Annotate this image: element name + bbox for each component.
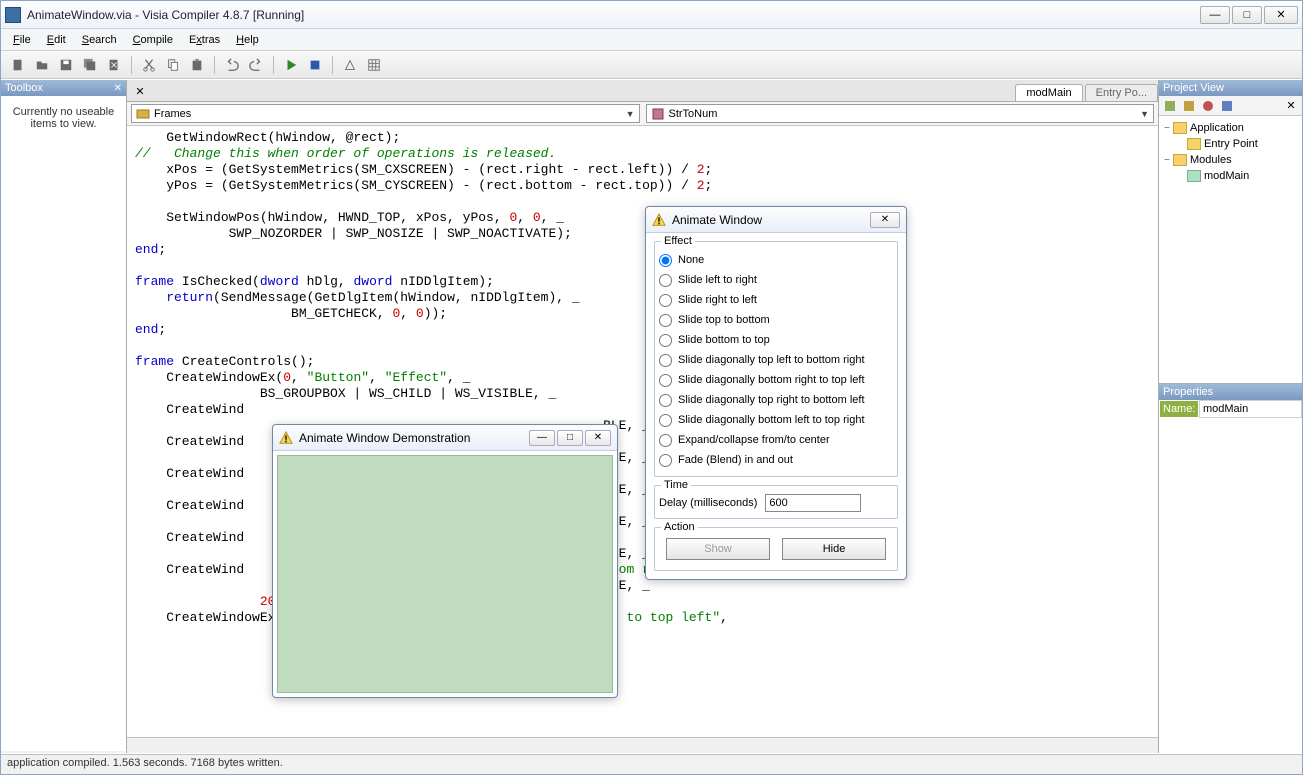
save-all-icon[interactable] bbox=[79, 54, 101, 76]
build-icon[interactable] bbox=[339, 54, 361, 76]
project-view-close-icon[interactable]: ✕ bbox=[1283, 98, 1299, 114]
statusbar: application compiled. 1.563 seconds. 716… bbox=[1, 754, 1302, 774]
warning-icon bbox=[652, 213, 666, 227]
horizontal-scrollbar[interactable] bbox=[127, 737, 1158, 753]
tree-node-entry-point[interactable]: Entry Point bbox=[1161, 136, 1300, 152]
tab-entry-point[interactable]: Entry Po... bbox=[1085, 84, 1158, 101]
member-combo[interactable]: StrToNum ▼ bbox=[646, 104, 1155, 123]
delay-label: Delay (milliseconds) bbox=[659, 497, 757, 509]
demo-minimize-button[interactable]: — bbox=[529, 430, 555, 446]
app-icon bbox=[5, 7, 21, 23]
paste-icon[interactable] bbox=[186, 54, 208, 76]
radio-diag-tlbr[interactable]: Slide diagonally top left to bottom righ… bbox=[659, 350, 893, 370]
maximize-button[interactable]: □ bbox=[1232, 6, 1262, 24]
demo-window-titlebar[interactable]: Animate Window Demonstration — □ ✕ bbox=[273, 425, 617, 451]
delay-input[interactable] bbox=[765, 494, 861, 512]
menu-file[interactable]: File bbox=[5, 32, 39, 48]
radio-diag-brtl[interactable]: Slide diagonally bottom right to top lef… bbox=[659, 370, 893, 390]
show-button[interactable]: Show bbox=[666, 538, 770, 560]
save-icon[interactable] bbox=[55, 54, 77, 76]
config-close-button[interactable]: ✕ bbox=[870, 212, 900, 228]
grid-icon[interactable] bbox=[363, 54, 385, 76]
cut-icon[interactable] bbox=[138, 54, 160, 76]
warning-icon bbox=[279, 431, 293, 445]
radio-slide-tb[interactable]: Slide top to bottom bbox=[659, 310, 893, 330]
tree-node-modmain[interactable]: modMain bbox=[1161, 168, 1300, 184]
chevron-down-icon: ▼ bbox=[626, 109, 635, 119]
prop-name-value[interactable]: modMain bbox=[1199, 400, 1302, 418]
radio-slide-bt[interactable]: Slide bottom to top bbox=[659, 330, 893, 350]
minimize-button[interactable]: — bbox=[1200, 6, 1230, 24]
toolbox-close-icon[interactable]: ✕ bbox=[114, 83, 122, 94]
proj-btn-3[interactable] bbox=[1200, 98, 1216, 114]
menu-extras[interactable]: Extras bbox=[181, 32, 228, 48]
time-groupbox: Time Delay (milliseconds) bbox=[654, 485, 898, 519]
menubar: File Edit Search Compile Extras Help bbox=[1, 29, 1302, 51]
project-view-header: Project View bbox=[1159, 80, 1302, 96]
scope-combo[interactable]: Frames ▼ bbox=[131, 104, 640, 123]
scope-combo-label: Frames bbox=[154, 108, 191, 120]
status-text: application compiled. 1.563 seconds. 716… bbox=[7, 757, 283, 769]
action-groupbox-label: Action bbox=[661, 521, 698, 533]
close-file-icon[interactable] bbox=[103, 54, 125, 76]
project-tree: −Application Entry Point −Modules modMai… bbox=[1159, 116, 1302, 188]
config-window-titlebar[interactable]: Animate Window ✕ bbox=[646, 207, 906, 233]
radio-slide-rl[interactable]: Slide right to left bbox=[659, 290, 893, 310]
menu-compile[interactable]: Compile bbox=[125, 32, 181, 48]
menu-help[interactable]: Help bbox=[228, 32, 267, 48]
prop-name-key: Name: bbox=[1159, 400, 1199, 418]
tab-modmain[interactable]: modMain bbox=[1015, 84, 1082, 101]
toolbox-body-text: Currently no useable items to view. bbox=[1, 96, 126, 751]
chevron-down-icon: ▼ bbox=[1140, 109, 1149, 119]
demo-window-body bbox=[277, 455, 613, 693]
open-file-icon[interactable] bbox=[31, 54, 53, 76]
radio-diag-trbl[interactable]: Slide diagonally top right to bottom lef… bbox=[659, 390, 893, 410]
config-window-title: Animate Window bbox=[672, 213, 868, 227]
toolbox-header: Toolbox ✕ bbox=[1, 80, 126, 96]
copy-icon[interactable] bbox=[162, 54, 184, 76]
member-combo-label: StrToNum bbox=[669, 108, 718, 120]
toolbox-header-label: Toolbox bbox=[5, 82, 43, 94]
document-tabs: ✕ modMain Entry Po... bbox=[127, 80, 1158, 102]
radio-diag-bltr[interactable]: Slide diagonally bottom left to top righ… bbox=[659, 410, 893, 430]
tab-close-icon[interactable]: ✕ bbox=[133, 84, 147, 98]
menu-edit[interactable]: Edit bbox=[39, 32, 74, 48]
toolbar bbox=[1, 51, 1302, 79]
properties-grid: Name: modMain bbox=[1159, 400, 1302, 418]
demo-window-title: Animate Window Demonstration bbox=[299, 431, 527, 445]
radio-none[interactable]: None bbox=[659, 250, 893, 270]
new-file-icon[interactable] bbox=[7, 54, 29, 76]
redo-icon[interactable] bbox=[245, 54, 267, 76]
undo-icon[interactable] bbox=[221, 54, 243, 76]
tree-node-application[interactable]: −Application bbox=[1161, 120, 1300, 136]
menu-search[interactable]: Search bbox=[74, 32, 125, 48]
window-title: AnimateWindow.via - Visia Compiler 4.8.7… bbox=[27, 8, 1198, 22]
project-toolbar: ✕ bbox=[1159, 96, 1302, 116]
close-button[interactable]: ✕ bbox=[1264, 6, 1298, 24]
radio-expand[interactable]: Expand/collapse from/to center bbox=[659, 430, 893, 450]
radio-fade[interactable]: Fade (Blend) in and out bbox=[659, 450, 893, 470]
proj-btn-4[interactable] bbox=[1219, 98, 1235, 114]
proj-btn-1[interactable] bbox=[1162, 98, 1178, 114]
demo-maximize-button[interactable]: □ bbox=[557, 430, 583, 446]
proj-btn-2[interactable] bbox=[1181, 98, 1197, 114]
hide-button[interactable]: Hide bbox=[782, 538, 886, 560]
demo-window: Animate Window Demonstration — □ ✕ bbox=[272, 424, 618, 698]
action-groupbox: Action Show Hide bbox=[654, 527, 898, 571]
time-groupbox-label: Time bbox=[661, 479, 691, 491]
radio-slide-lr[interactable]: Slide left to right bbox=[659, 270, 893, 290]
properties-header: Properties bbox=[1159, 384, 1302, 400]
effect-groupbox-label: Effect bbox=[661, 235, 695, 247]
titlebar: AnimateWindow.via - Visia Compiler 4.8.7… bbox=[1, 1, 1302, 29]
toolbox-panel: Toolbox ✕ Currently no useable items to … bbox=[1, 80, 127, 753]
project-view-header-label: Project View bbox=[1163, 82, 1224, 94]
run-icon[interactable] bbox=[280, 54, 302, 76]
tree-node-modules[interactable]: −Modules bbox=[1161, 152, 1300, 168]
stop-icon[interactable] bbox=[304, 54, 326, 76]
properties-header-label: Properties bbox=[1163, 386, 1213, 398]
config-window: Animate Window ✕ Effect None Slide left … bbox=[645, 206, 907, 580]
effect-groupbox: Effect None Slide left to right Slide ri… bbox=[654, 241, 898, 477]
demo-close-button[interactable]: ✕ bbox=[585, 430, 611, 446]
